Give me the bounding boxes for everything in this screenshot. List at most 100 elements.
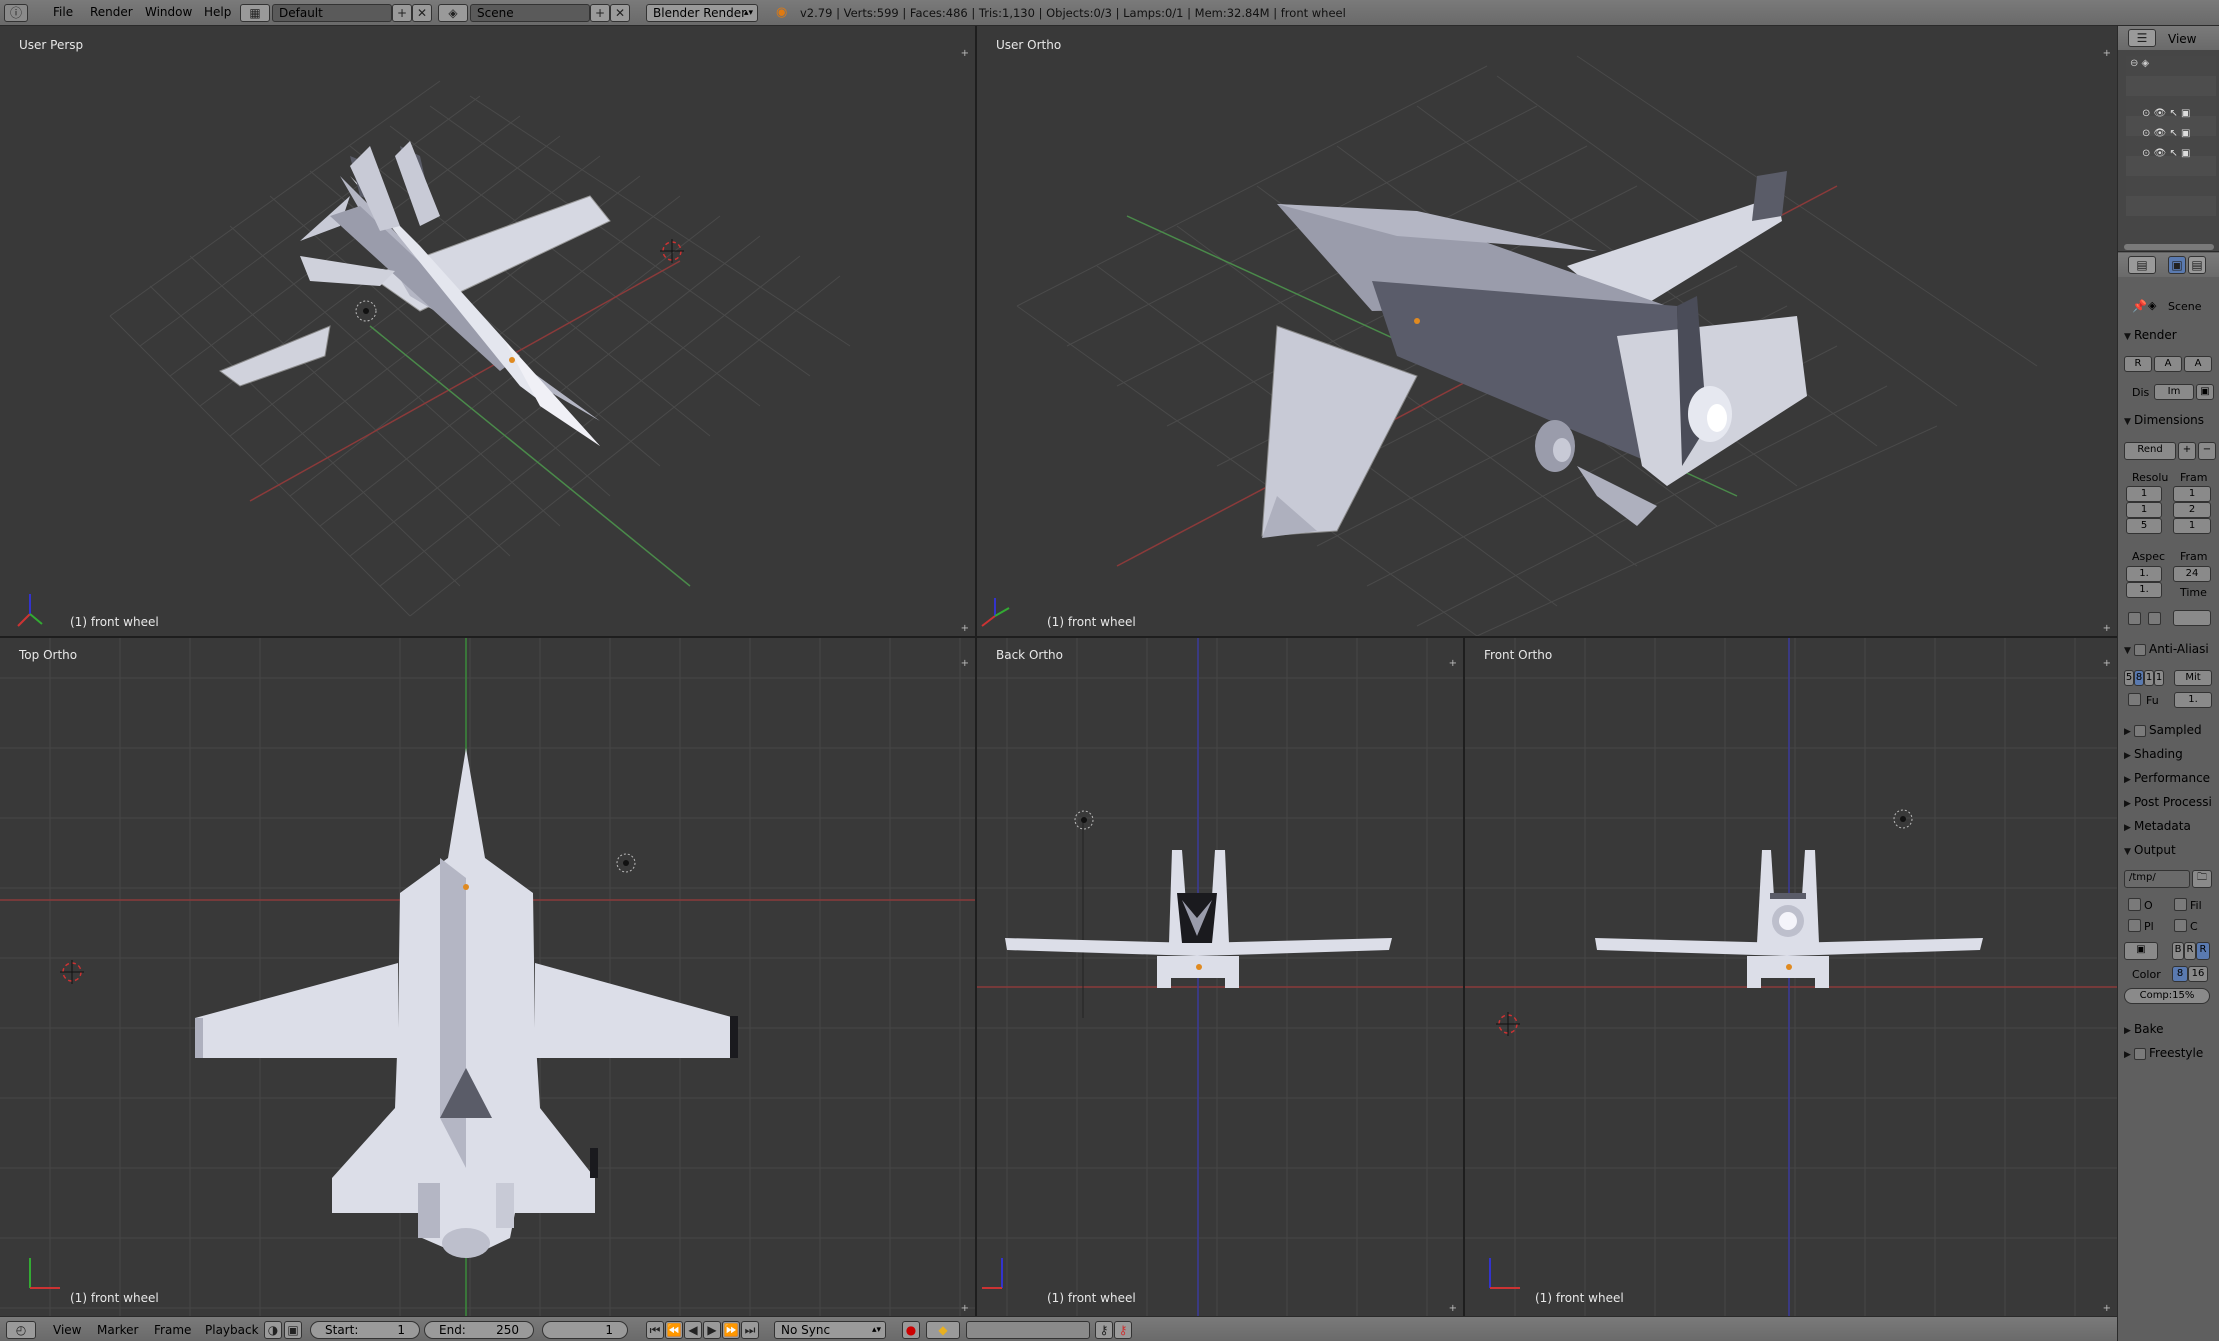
cache-result-checkbox[interactable] [2174, 919, 2187, 932]
border-checkbox[interactable] [2128, 612, 2141, 625]
resolution-y-field[interactable]: 1 [2126, 502, 2162, 518]
crop-checkbox[interactable] [2148, 612, 2161, 625]
viewport-front-ortho[interactable]: Front Ortho (1) front wheel + + [1465, 638, 2117, 1316]
filter-size-field[interactable]: 1. [2174, 692, 2212, 708]
menu-file[interactable]: File [53, 5, 73, 19]
jump-keyframe-forward-icon[interactable]: ⏩ [722, 1321, 740, 1339]
color-depth-16[interactable]: 16 [2188, 966, 2208, 982]
viewport-top-ortho[interactable]: Top Ortho (1) front wheel + + [0, 638, 975, 1316]
viewport-user-persp[interactable]: User Persp (1) front wheel + + [0, 26, 975, 636]
frame-end-field[interactable]: 2 [2173, 502, 2211, 518]
viewport-back-ortho[interactable]: Back Ortho (1) front wheel + + [977, 638, 1463, 1316]
keying-icon[interactable]: ◆ [926, 1321, 960, 1339]
region-plus-icon[interactable]: + [1449, 658, 1457, 669]
region-plus-icon[interactable]: + [961, 658, 969, 669]
region-plus-icon[interactable]: + [961, 623, 969, 634]
color-mode-bw[interactable]: B [2172, 942, 2184, 960]
file-format-select[interactable]: ▣ [2124, 942, 2158, 960]
region-plus-icon[interactable]: + [1449, 1303, 1457, 1314]
render-preset-select[interactable]: Rend [2124, 442, 2176, 460]
layers-tab-icon[interactable]: ▤ [2188, 256, 2206, 274]
section-shading[interactable]: ▶ Shading [2124, 747, 2183, 761]
section-metadata[interactable]: ▶ Metadata [2124, 819, 2191, 833]
region-plus-icon[interactable]: + [2103, 1303, 2111, 1314]
section-output[interactable]: ▼ Output [2124, 843, 2176, 857]
render-still-button[interactable]: R [2124, 356, 2152, 372]
region-plus-icon[interactable]: + [961, 1303, 969, 1314]
region-plus-icon[interactable]: + [2103, 623, 2111, 634]
editor-type-info-icon[interactable]: ⓘ [4, 4, 28, 22]
section-anti-aliasing[interactable]: ▼ Anti-Aliasi [2124, 642, 2209, 656]
freestyle-checkbox[interactable] [2134, 1047, 2146, 1060]
jump-start-icon[interactable]: ⏮ [646, 1321, 664, 1339]
camera-row-icons[interactable]: ⊙ 👁 ↖ ▣ [2142, 108, 2190, 119]
start-frame-field[interactable]: Start: 1 [310, 1321, 420, 1339]
menu-marker[interactable]: Marker [97, 1323, 138, 1337]
placeholders-checkbox[interactable] [2128, 919, 2141, 932]
pin-icon[interactable]: 📌 [2132, 299, 2147, 313]
motion-blur-checkbox[interactable] [2134, 724, 2146, 737]
end-frame-field[interactable]: End: 250 [424, 1321, 534, 1339]
region-plus-icon[interactable]: + [961, 48, 969, 59]
section-render[interactable]: ▼ Render [2124, 328, 2177, 342]
menu-frame[interactable]: Frame [154, 1323, 191, 1337]
output-path-field[interactable]: /tmp/ [2124, 870, 2190, 888]
render-engine-select[interactable]: Blender Render ▴▾ [646, 4, 758, 22]
folder-icon[interactable]: 🗀 [2192, 870, 2212, 888]
add-screen-button[interactable]: + [392, 4, 412, 22]
jump-keyframe-back-icon[interactable]: ⏪ [665, 1321, 683, 1339]
lamp-row-icons[interactable]: ⊙ 👁 ↖ ▣ [2142, 128, 2190, 139]
section-dimensions[interactable]: ▼ Dimensions [2124, 413, 2204, 427]
section-freestyle[interactable]: ▶ Freestyle [2124, 1046, 2203, 1060]
outliner[interactable]: ☰ View ⊖ ◈ ⊙ 👁 ↖ ▣ ⊙ 👁 ↖ ▣ ⊙ 👁 ↖ ▣ [2118, 26, 2219, 252]
section-performance[interactable]: ▶ Performance [2124, 771, 2210, 785]
color-mode-rgba[interactable]: R [2196, 942, 2210, 960]
aa-filter-select[interactable]: Mit [2174, 670, 2212, 686]
time-remap-field[interactable] [2173, 610, 2211, 626]
outliner-tree[interactable]: ⊖ ◈ ⊙ 👁 ↖ ▣ ⊙ 👁 ↖ ▣ ⊙ 👁 ↖ ▣ [2126, 56, 2216, 216]
viewport-user-ortho[interactable]: User Ortho (1) front wheel + + [977, 26, 2117, 636]
section-bake[interactable]: ▶ Bake [2124, 1022, 2164, 1036]
aa-samples-16[interactable]: 1 [2154, 670, 2164, 686]
color-depth-8[interactable]: 8 [2172, 966, 2188, 982]
render-audio-button[interactable]: A [2184, 356, 2212, 372]
sync-mode-select[interactable]: No Sync ▴▾ [774, 1321, 886, 1339]
editor-type-timeline-icon[interactable]: ◴ [6, 1321, 36, 1339]
play-icon[interactable]: ▶ [703, 1321, 721, 1339]
delete-keyframe-icon[interactable]: ⚷ [1114, 1321, 1132, 1339]
jump-end-icon[interactable]: ⏭ [741, 1321, 759, 1339]
insert-keyframe-icon[interactable]: ⚷ [1095, 1321, 1113, 1339]
resolution-percent-field[interactable]: 5 [2126, 518, 2162, 534]
menu-playback[interactable]: Playback [205, 1323, 259, 1337]
remove-scene-button[interactable]: ✕ [610, 4, 630, 22]
scene-icon[interactable]: ◈ [438, 4, 468, 22]
outliner-view-menu[interactable]: View [2168, 32, 2196, 46]
screen-layout-field[interactable]: Default [272, 4, 392, 22]
file-extensions-checkbox[interactable] [2174, 898, 2187, 911]
scene-field[interactable]: Scene [470, 4, 590, 22]
render-animation-button[interactable]: A [2154, 356, 2182, 372]
menu-help[interactable]: Help [204, 5, 231, 19]
section-sampled-motion-blur[interactable]: ▶ Sampled [2124, 723, 2202, 737]
use-preview-range-icon[interactable]: ◑ [264, 1321, 282, 1339]
frame-step-field[interactable]: 1 [2173, 518, 2211, 534]
menu-view[interactable]: View [53, 1323, 81, 1337]
lock-interface-icon[interactable]: ▣ [2196, 384, 2214, 400]
remove-screen-button[interactable]: ✕ [412, 4, 432, 22]
keying-set-field[interactable] [966, 1321, 1090, 1339]
resolution-x-field[interactable]: 1 [2126, 486, 2162, 502]
add-scene-button[interactable]: + [590, 4, 610, 22]
color-mode-rgb[interactable]: R [2184, 942, 2196, 960]
overwrite-checkbox[interactable] [2128, 898, 2141, 911]
add-preset-icon[interactable]: + [2178, 442, 2196, 460]
aspect-y-field[interactable]: 1. [2126, 582, 2162, 598]
frame-start-field[interactable]: 1 [2173, 486, 2211, 502]
region-plus-icon[interactable]: + [2103, 48, 2111, 59]
editor-type-properties-icon[interactable]: ▤ [2128, 256, 2156, 274]
outliner-scrollbar[interactable] [2124, 244, 2214, 250]
record-icon[interactable]: ● [902, 1321, 920, 1339]
compression-slider[interactable]: Comp:15% [2124, 988, 2210, 1004]
play-reverse-icon[interactable]: ◀ [684, 1321, 702, 1339]
menu-render[interactable]: Render [90, 5, 133, 19]
remove-preset-icon[interactable]: − [2198, 442, 2216, 460]
